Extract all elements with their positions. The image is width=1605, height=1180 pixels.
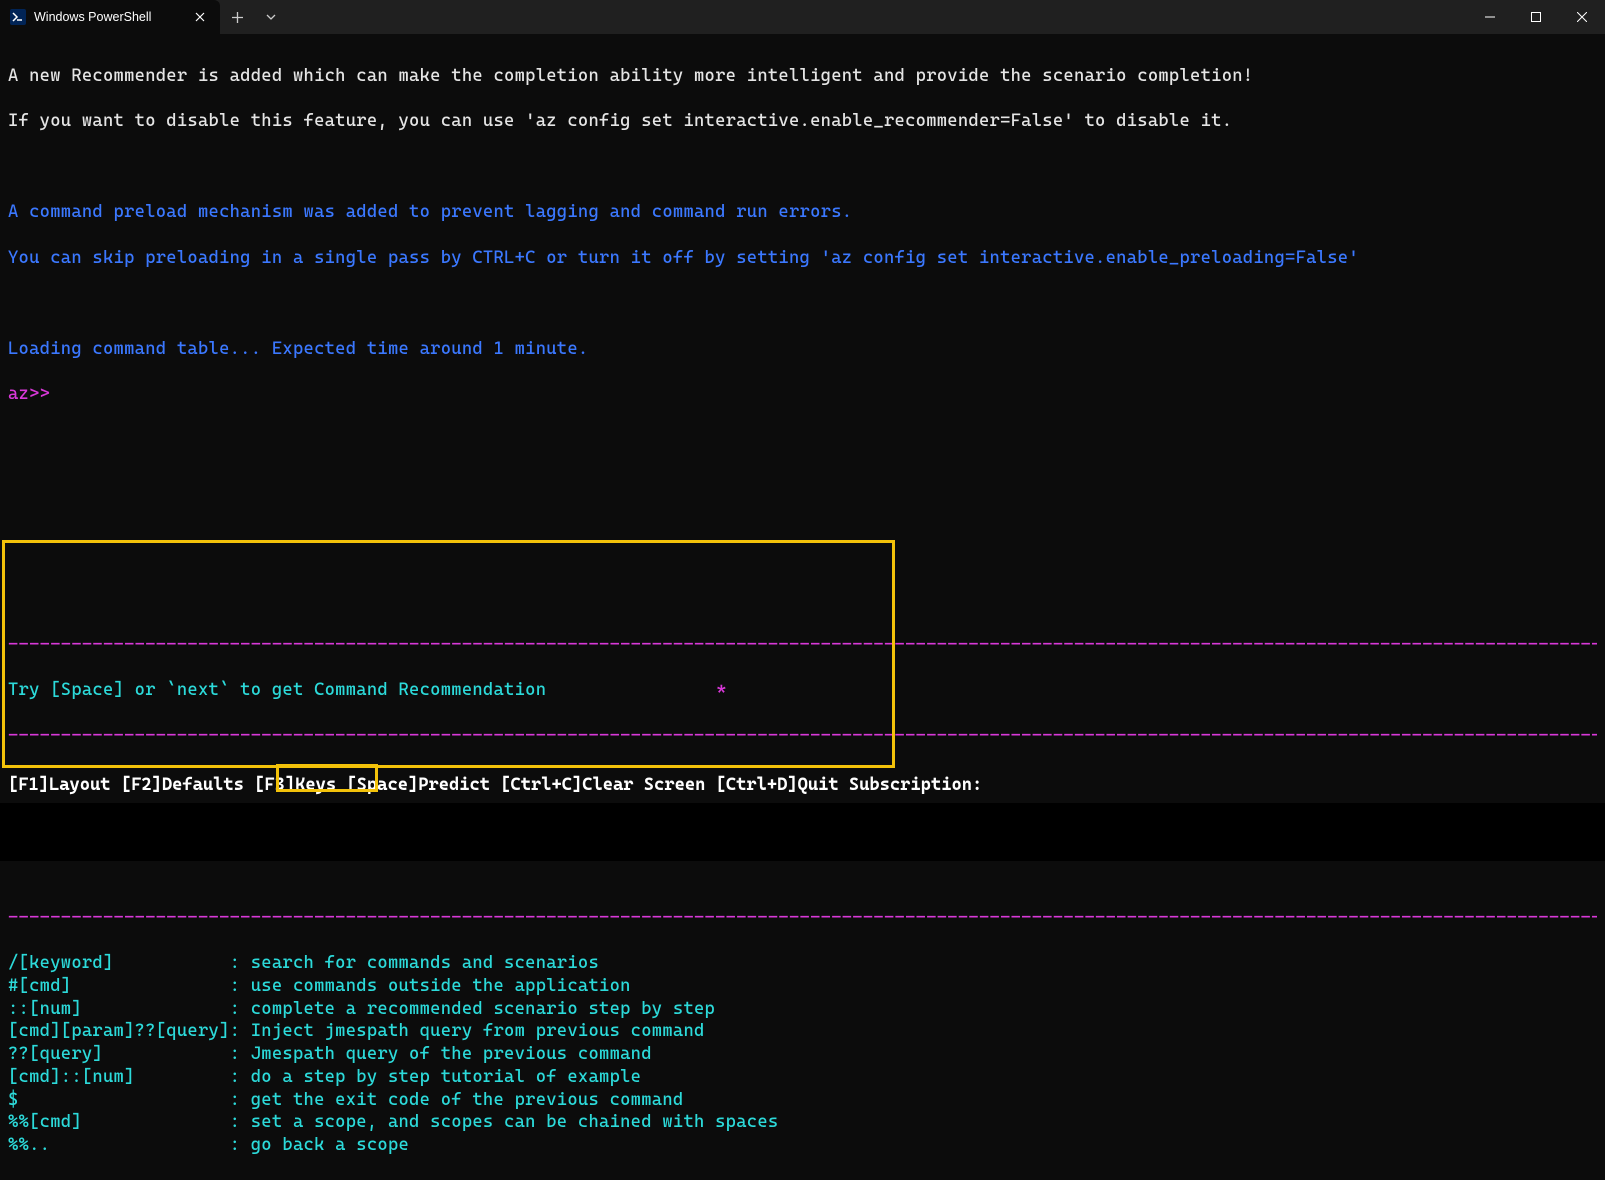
tab-title: Windows PowerShell — [34, 9, 182, 25]
cheat-row: $ : get the exit code of the previous co… — [8, 1089, 1597, 1112]
cheat-row: [cmd][param]??[query]: Inject jmespath q… — [8, 1020, 1597, 1043]
cheat-row: /[keyword] : search for commands and sce… — [8, 952, 1597, 975]
text-line: You can skip preloading in a single pass… — [8, 247, 1597, 270]
prompt[interactable]: az>> — [8, 383, 1597, 406]
text-line: If you want to disable this feature, you… — [8, 110, 1597, 133]
cheat-row: [cmd]::[num] : do a step by step tutoria… — [8, 1066, 1597, 1089]
key-f2[interactable]: [F2]Defaults — [121, 775, 244, 795]
bottom-strip — [0, 803, 1605, 861]
new-tab-button[interactable] — [220, 0, 254, 34]
tab-dropdown-button[interactable] — [254, 0, 288, 34]
tab-close-button[interactable] — [190, 7, 210, 27]
cheat-row: ??[query] : Jmespath query of the previo… — [8, 1043, 1597, 1066]
divider: ----------------------------------------… — [8, 634, 1597, 657]
divider: ----------------------------------------… — [8, 907, 1597, 930]
tab-powershell[interactable]: Windows PowerShell — [0, 0, 220, 34]
titlebar-drag-area[interactable] — [288, 0, 1467, 34]
cheat-row: ::[num] : complete a recommended scenari… — [8, 998, 1597, 1021]
divider: ----------------------------------------… — [8, 725, 1597, 748]
powershell-icon — [10, 9, 26, 25]
close-window-button[interactable] — [1559, 0, 1605, 34]
cheat-row: %%[cmd] : set a scope, and scopes can be… — [8, 1111, 1597, 1134]
key-space[interactable]: [Space]Predict — [346, 775, 490, 795]
hint-text: Try [Space] or `next` to get Command Rec… — [8, 679, 546, 702]
key-f1[interactable]: [F1]Layout — [8, 775, 111, 795]
hint-row: Try [Space] or `next` to get Command Rec… — [8, 679, 1597, 702]
text-line: A new Recommender is added which can mak… — [8, 65, 1597, 88]
key-f3[interactable]: [F3]Keys — [254, 775, 336, 795]
titlebar: Windows PowerShell — [0, 0, 1605, 34]
cheat-row: #[cmd] : use commands outside the applic… — [8, 975, 1597, 998]
maximize-button[interactable] — [1513, 0, 1559, 34]
hint-star-icon: * — [716, 679, 727, 702]
terminal-viewport[interactable]: A new Recommender is added which can mak… — [0, 34, 1605, 1180]
cheatsheet: /[keyword] : search for commands and sce… — [8, 952, 1597, 1157]
text-line: Loading command table... Expected time a… — [8, 338, 1597, 361]
key-ctrl-d[interactable]: [Ctrl+D]Quit — [716, 775, 839, 795]
text-line: A command preload mechanism was added to… — [8, 201, 1597, 224]
minimize-button[interactable] — [1467, 0, 1513, 34]
key-ctrl-c[interactable]: [Ctrl+C]Clear Screen — [500, 775, 705, 795]
footer-keybinds: [F1]Layout [F2]Defaults [F3]Keys [Space]… — [8, 774, 1597, 797]
cheat-row: %%.. : go back a scope — [8, 1134, 1597, 1157]
subscription-label: Subscription: — [849, 775, 982, 795]
